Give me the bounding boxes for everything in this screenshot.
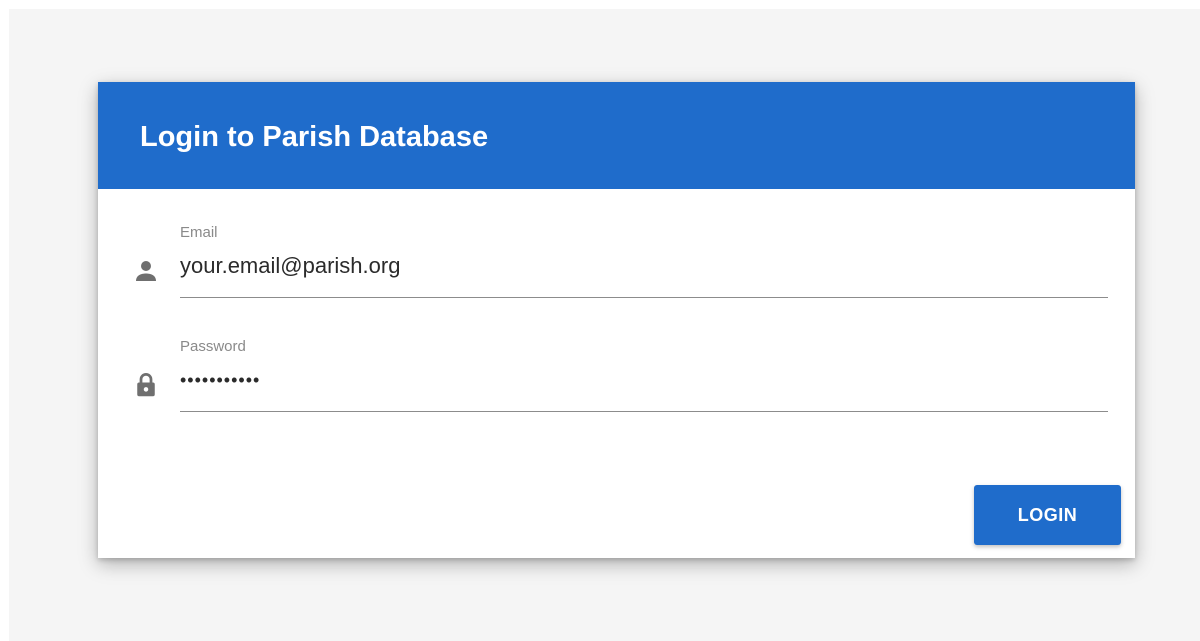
login-button[interactable]: LOGIN [974, 485, 1121, 545]
password-field: Password [98, 338, 1135, 412]
password-underline [180, 411, 1108, 412]
email-label: Email [180, 224, 218, 241]
login-card: Login to Parish Database Email Password … [98, 82, 1135, 558]
lock-icon [137, 373, 155, 397]
password-input[interactable] [180, 364, 1108, 396]
password-label: Password [180, 338, 246, 355]
email-input[interactable] [180, 250, 1108, 282]
email-field: Email [98, 224, 1135, 298]
card-header: Login to Parish Database [98, 82, 1135, 189]
page-title: Login to Parish Database [140, 121, 489, 153]
person-icon [136, 261, 156, 281]
email-underline [180, 297, 1108, 298]
